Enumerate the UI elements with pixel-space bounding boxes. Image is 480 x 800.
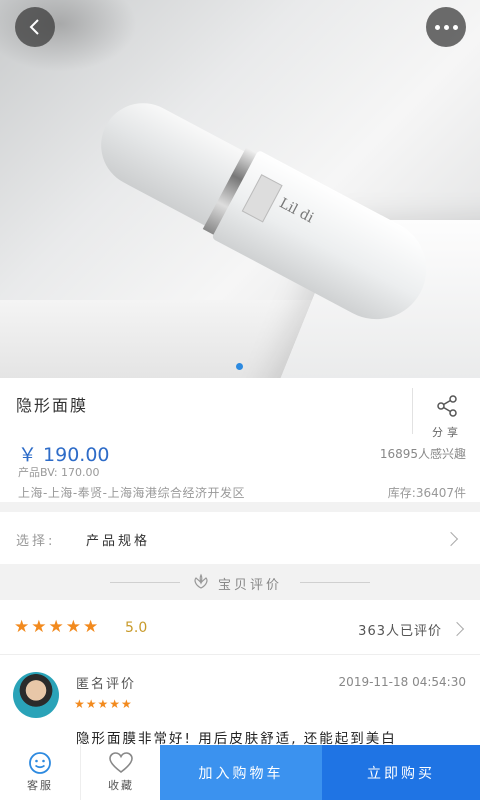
favorite-button[interactable]: 收藏 — [80, 745, 161, 800]
shipping-address: 上海-上海-奉贤-上海海港综合经济开发区 — [18, 486, 245, 500]
divider-line — [110, 582, 180, 583]
buy-now-button[interactable]: 立即购买 — [322, 745, 480, 800]
share-button[interactable]: 分享 — [412, 388, 480, 439]
add-to-cart-button[interactable]: 加入购物车 — [160, 745, 322, 800]
product-image-carousel[interactable]: Lil di — [0, 0, 480, 378]
carousel-indicator — [236, 363, 243, 370]
rating-score: 5.0 — [125, 620, 148, 636]
review-count: 363人已评价 — [358, 624, 442, 639]
heart-icon — [109, 752, 133, 774]
service-label: 客服 — [27, 779, 53, 792]
stock-count: 库存:36407件 — [387, 486, 466, 500]
chevron-right-icon — [443, 531, 459, 547]
flower-icon — [194, 573, 208, 589]
reviews-section-header: 宝贝评价 — [0, 564, 480, 600]
spec-select-row[interactable]: 选择: 产品规格 — [0, 512, 480, 564]
rating-stars: ★★★★★ — [14, 617, 101, 637]
product-bv: 产品BV: 170.00 — [18, 466, 100, 479]
more-button[interactable] — [426, 7, 466, 47]
product-title: 隐形面膜 — [16, 396, 89, 415]
service-button[interactable]: 客服 — [0, 745, 80, 800]
product-info: 隐形面膜 分享 ￥ 190.00 16895人感兴趣 产品BV: 170.00 … — [0, 378, 480, 502]
select-label: 选择: — [16, 534, 56, 549]
interest-count: 16895人感兴趣 — [379, 447, 466, 461]
favorite-label: 收藏 — [108, 779, 134, 792]
more-icon — [434, 24, 458, 30]
reviewer-name: 匿名评价 — [76, 677, 137, 692]
review-stars: ★★★★★ — [74, 697, 133, 711]
back-button[interactable] — [15, 7, 55, 47]
bottom-action-bar: 客服 收藏 加入购物车 立即购买 — [0, 745, 480, 800]
share-icon — [437, 395, 457, 417]
customer-service-icon — [29, 752, 51, 774]
select-value: 产品规格 — [86, 534, 151, 549]
review-text: 隐形面膜非常好! 用后皮肤舒适, 还能起到美白 — [76, 731, 397, 747]
rating-summary-row[interactable]: ★★★★★ 5.0 363人已评价 — [0, 600, 480, 655]
reviews-title: 宝贝评价 — [218, 578, 283, 593]
review-time: 2019-11-18 04:54:30 — [338, 675, 466, 689]
divider-line — [300, 582, 370, 583]
avatar — [13, 672, 59, 718]
chevron-right-icon — [449, 621, 465, 637]
share-label: 分享 — [432, 426, 462, 439]
product-price: ￥ 190.00 — [18, 444, 110, 466]
chevron-left-icon — [29, 19, 39, 35]
